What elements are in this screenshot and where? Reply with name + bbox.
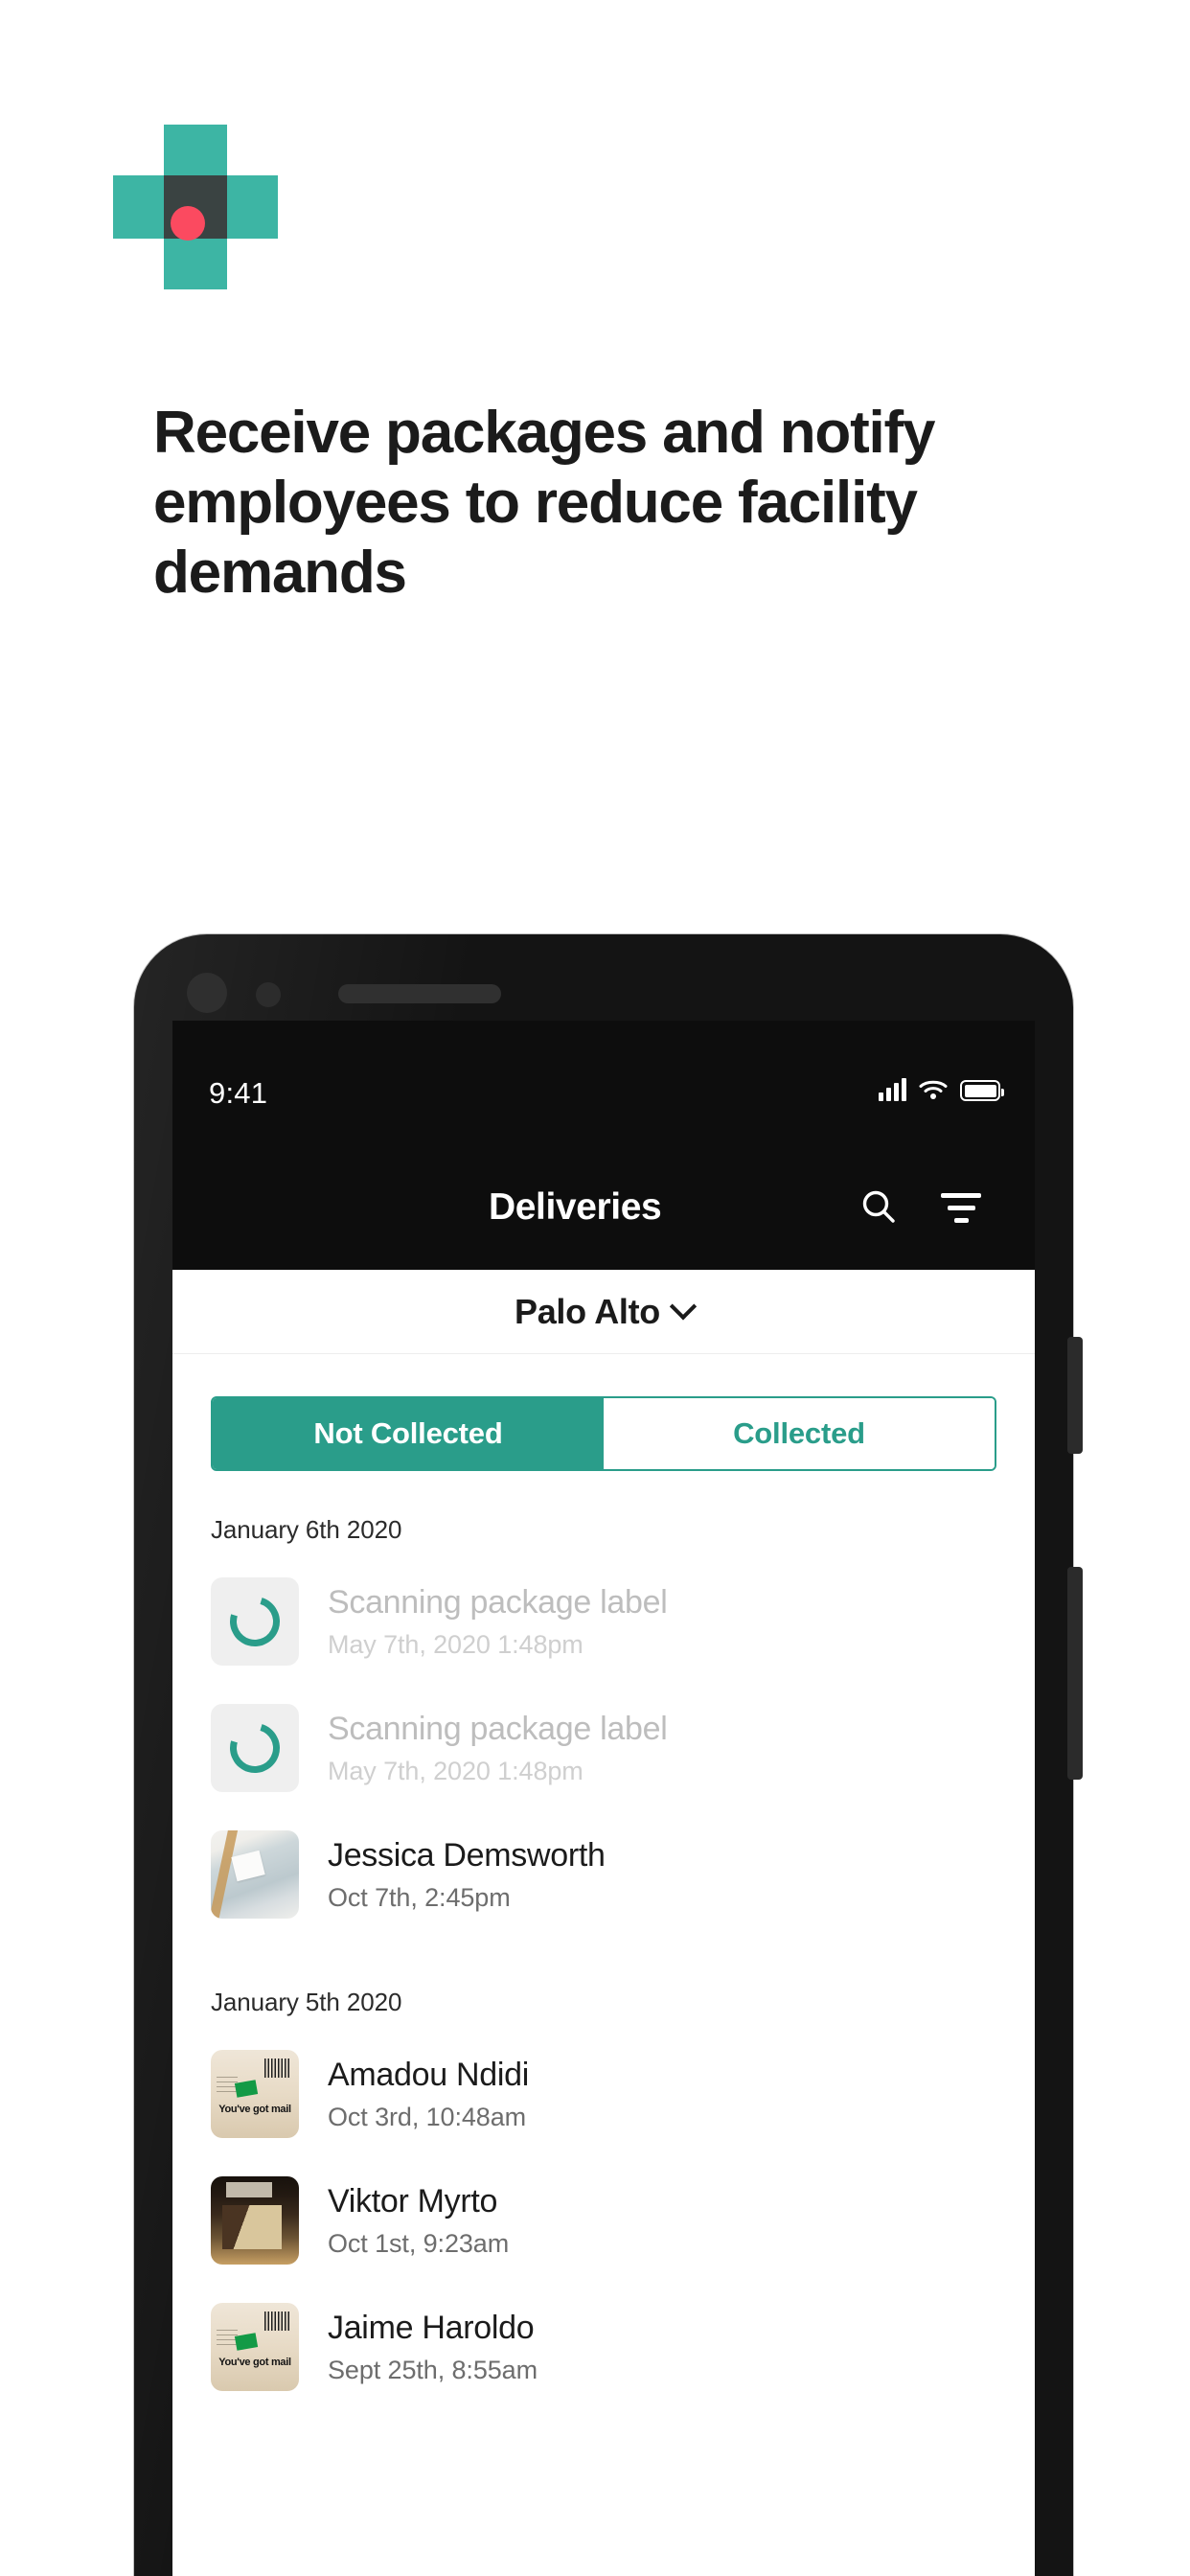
power-button[interactable] [1067,1567,1083,1780]
list-item-meta: Scanning package label May 7th, 2020 1:4… [328,1583,668,1660]
list-item[interactable]: You've got mail Amadou Ndidi Oct 3rd, 10… [211,2036,996,2163]
content-sheet: Palo Alto Not Collected Collected Januar… [172,1270,1035,2576]
green-sticker [234,2080,259,2098]
status-indicators [879,1078,1004,1101]
list-item-meta: Jaime Haroldo Sept 25th, 8:55am [328,2310,538,2385]
logo-pink-dot [171,206,205,241]
phone-mockup: 9:41 Deliveries Palo Alto Not Collected … [134,934,1083,2576]
search-button[interactable] [837,1166,920,1249]
location-label: Palo Alto [515,1291,660,1331]
switchboard-logo [113,125,278,289]
filter-button[interactable] [920,1166,1002,1249]
list-item-title: Amadou Ndidi [328,2056,529,2093]
search-icon [862,1190,895,1223]
list-item-meta: Jessica Demsworth Oct 7th, 2:45pm [328,1837,606,1913]
package-photo-box [211,2176,299,2265]
list-item-time: Oct 1st, 9:23am [328,2228,510,2258]
list-item-title: Jaime Haroldo [328,2309,535,2346]
status-tabs: Not Collected Collected [211,1396,996,1471]
thumbnail-caption: You've got mail [218,2104,291,2115]
status-bar: 9:41 [172,1021,1035,1145]
list-item-time: May 7th, 2020 1:48pm [328,1756,584,1785]
spinner-thumbnail [211,1577,299,1666]
location-selector[interactable]: Palo Alto [172,1270,1035,1354]
filter-icon [941,1192,981,1223]
app-bar: Deliveries [172,1145,1035,1270]
list-item-time: Sept 25th, 8:55am [328,2355,538,2384]
package-photo-wrapped [211,1830,299,1919]
list-group-date: January 6th 2020 [211,1515,402,1544]
list-item-meta: Amadou Ndidi Oct 3rd, 10:48am [328,2057,529,2132]
page-title: Receive packages and notify employees to… [153,400,935,607]
list-item-title: Jessica Demsworth [328,1836,606,1874]
list-item[interactable]: Viktor Myrto Oct 1st, 9:23am [211,2163,996,2289]
front-camera-icon [187,973,227,1013]
list-item[interactable]: You've got mail Jaime Haroldo Sept 25th,… [211,2289,996,2416]
green-sticker [234,2333,259,2351]
list-item-title: Scanning package label [328,1583,668,1621]
list-item-meta: Viktor Myrto Oct 1st, 9:23am [328,2183,509,2259]
list-item[interactable]: Scanning package label May 7th, 2020 1:4… [211,1690,996,1817]
volume-button[interactable] [1067,1337,1083,1454]
list-item-time: Oct 7th, 2:45pm [328,1882,511,1912]
battery-full-icon [960,1080,1004,1101]
list-item-time: May 7th, 2020 1:48pm [328,1629,584,1659]
list-item-time: Oct 3rd, 10:48am [328,2102,527,2131]
chevron-down-icon [669,1292,698,1320]
barcode-mark [264,2312,289,2331]
list-item[interactable]: Jessica Demsworth Oct 7th, 2:45pm [211,1817,996,1944]
tab-not-collected[interactable]: Not Collected [213,1398,604,1469]
barcode-mark [264,2058,289,2078]
list-item-meta: Scanning package label May 7th, 2020 1:4… [328,1710,668,1786]
package-photo-mail: You've got mail [211,2303,299,2391]
list-item[interactable]: Scanning package label May 7th, 2020 1:4… [211,1564,996,1690]
spinner-icon [220,1587,289,1656]
list-group-date: January 5th 2020 [211,1988,402,2016]
marketing-page: Receive packages and notify employees to… [0,0,1190,2576]
cellular-signal-icon [879,1078,906,1101]
spinner-thumbnail [211,1704,299,1792]
list-item-title: Scanning package label [328,1710,668,1747]
app-bar-title: Deliveries [489,1186,662,1228]
wifi-icon [919,1080,948,1099]
package-photo-mail: You've got mail [211,2050,299,2138]
earpiece-speaker [338,984,501,1003]
status-time: 9:41 [209,1076,268,1110]
tab-collected[interactable]: Collected [604,1398,995,1469]
phone-screen: 9:41 Deliveries Palo Alto Not Collected … [172,1021,1035,2576]
thumbnail-caption: You've got mail [218,2357,291,2368]
list-item-title: Viktor Myrto [328,2182,498,2220]
proximity-sensor-icon [256,982,281,1007]
deliveries-list: January 6th 2020 Scanning package label … [172,1515,1035,2416]
spinner-icon [220,1714,289,1782]
